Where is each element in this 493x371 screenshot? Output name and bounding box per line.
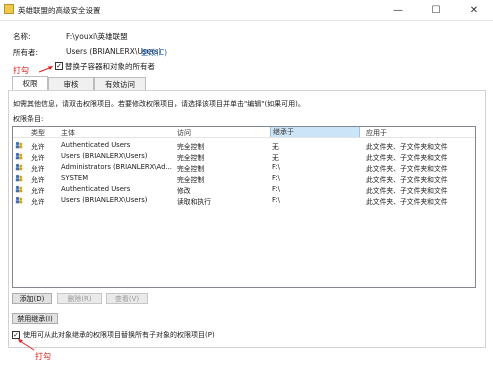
tab-auditing[interactable]: 审核 (48, 77, 94, 90)
tab-permissions[interactable]: 权限 (12, 76, 48, 90)
permission-entries-label: 权限条目: (13, 115, 44, 123)
users-icon (15, 185, 23, 193)
column-inherited-from[interactable]: 继承于 (270, 127, 360, 137)
name-label: 名称: (13, 32, 31, 41)
row-applies-to: 此文件夹、子文件夹和文件 (366, 176, 448, 184)
row-applies-to: 此文件夹、子文件夹和文件 (366, 187, 448, 195)
name-value: F:\youxi\英雄联盟 (66, 32, 128, 41)
users-icon (15, 196, 23, 204)
row-principal: Users (BRIANLERX\Users) (61, 196, 148, 204)
table-row[interactable]: 允许 Users (BRIANLERX\Users) 完全控制 无 此文件夹、子… (13, 151, 475, 162)
row-inherited-from: F:\ (272, 196, 280, 204)
row-type: 允许 (31, 198, 45, 206)
row-access: 完全控制 (177, 154, 205, 162)
maximize-button[interactable]: ☐ (417, 0, 455, 20)
row-access: 完全控制 (177, 165, 205, 173)
row-type: 允许 (31, 154, 45, 162)
permission-entries-table[interactable]: 类型 主体 访问 继承于 应用于 允许 Authenticated Users … (12, 126, 476, 288)
row-inherited-from: F:\ (272, 163, 280, 171)
column-access[interactable]: 访问 (177, 128, 191, 138)
row-applies-to: 此文件夹、子文件夹和文件 (366, 198, 448, 206)
table-row[interactable]: 允许 Administrators (BRIANLERX\Ad... 完全控制 … (13, 162, 475, 173)
users-icon (15, 174, 23, 182)
row-access: 读取和执行 (177, 198, 211, 206)
annotation-top: 打勾 (13, 66, 29, 75)
users-icon (15, 163, 23, 171)
owner-label: 所有者: (13, 48, 39, 57)
tab-effective-access[interactable]: 有效访问 (94, 77, 146, 90)
row-inherited-from: F:\ (272, 185, 280, 193)
row-principal: Users (BRIANLERX\Users) (61, 152, 148, 160)
remove-button[interactable]: 删除(R) (57, 293, 102, 304)
users-icon (15, 141, 23, 149)
row-applies-to: 此文件夹、子文件夹和文件 (366, 143, 448, 151)
row-access: 完全控制 (177, 176, 205, 184)
view-button[interactable]: 查看(V) (106, 293, 148, 304)
row-principal: Authenticated Users (61, 141, 131, 149)
row-principal: Authenticated Users (61, 185, 131, 193)
window-title: 英雄联盟的高级安全设置 (18, 6, 101, 15)
replace-owner-checkbox[interactable]: ✓ (55, 62, 63, 70)
column-type[interactable]: 类型 (31, 128, 45, 138)
change-owner-link[interactable]: 更改(C) (141, 47, 167, 58)
replace-owner-label: 替换子容器和对象的所有者 (65, 62, 155, 71)
table-row[interactable]: 允许 Authenticated Users 修改 F:\ 此文件夹、子文件夹和… (13, 184, 475, 195)
row-access: 完全控制 (177, 143, 205, 151)
replace-child-permissions-label: 使用可从此对象继承的权限项目替换所有子对象的权限项目(P) (23, 331, 215, 339)
row-inherited-from: 无 (272, 143, 279, 151)
disable-inheritance-button[interactable]: 禁用继承(I) (12, 313, 58, 324)
column-applies-to[interactable]: 应用于 (366, 128, 387, 138)
row-applies-to: 此文件夹、子文件夹和文件 (366, 165, 448, 173)
info-text: 如需其他信息，请双击权限项目。若要修改权限项目，请选择该项目并单击"编辑"(如果… (13, 100, 305, 108)
row-applies-to: 此文件夹、子文件夹和文件 (366, 154, 448, 162)
table-row[interactable]: 允许 Authenticated Users 完全控制 无 此文件夹、子文件夹和… (13, 140, 475, 151)
arrow-icon (18, 339, 35, 351)
column-principal[interactable]: 主体 (61, 128, 75, 138)
row-access: 修改 (177, 187, 191, 195)
arrow-icon (38, 66, 53, 73)
row-type: 允许 (31, 165, 45, 173)
row-principal: SYSTEM (61, 174, 89, 182)
users-icon (15, 152, 23, 160)
table-row[interactable]: 允许 Users (BRIANLERX\Users) 读取和执行 F:\ 此文件… (13, 195, 475, 206)
folder-icon (4, 4, 14, 14)
add-button[interactable]: 添加(D) (12, 293, 52, 304)
row-type: 允许 (31, 176, 45, 184)
row-principal: Administrators (BRIANLERX\Ad... (61, 163, 172, 171)
row-type: 允许 (31, 187, 45, 195)
annotation-bottom: 打勾 (35, 352, 51, 361)
table-row[interactable]: 允许 SYSTEM 完全控制 F:\ 此文件夹、子文件夹和文件 (13, 173, 475, 184)
close-button[interactable]: ✕ (455, 0, 493, 20)
row-type: 允许 (31, 143, 45, 151)
row-inherited-from: F:\ (272, 174, 280, 182)
minimize-button[interactable]: — (379, 0, 417, 20)
row-inherited-from: 无 (272, 154, 279, 162)
table-header: 类型 主体 访问 继承于 应用于 (13, 127, 475, 138)
